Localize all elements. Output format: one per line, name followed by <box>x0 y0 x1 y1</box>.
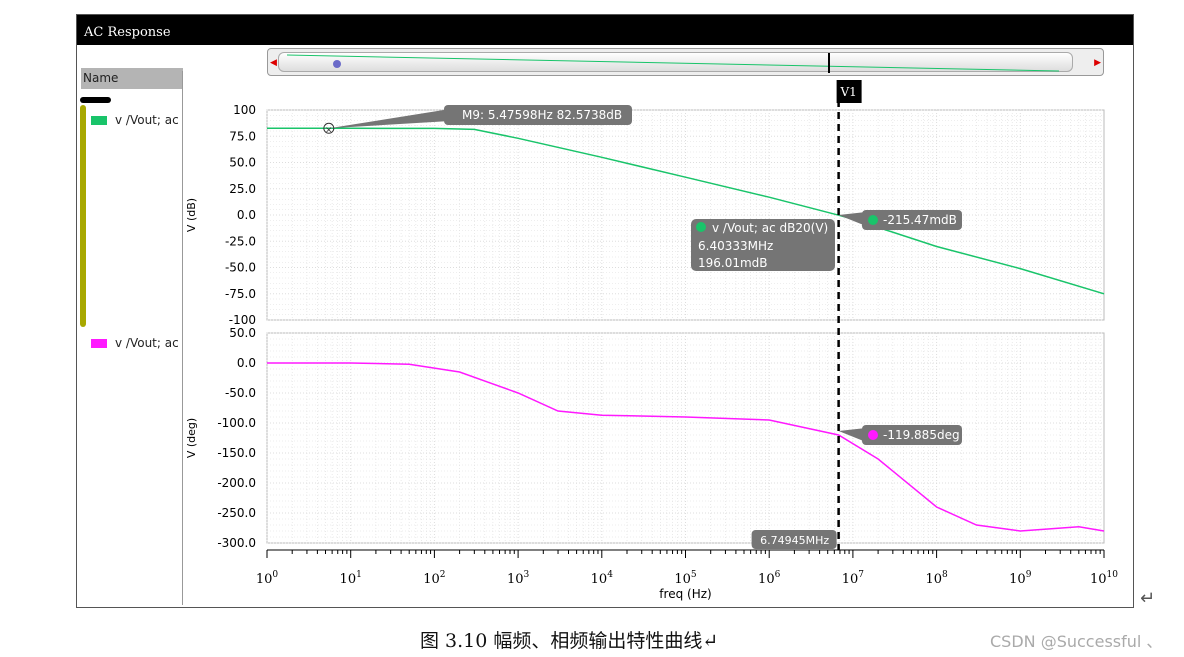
x-tick-label: 108 <box>925 570 948 587</box>
figure-caption: 图 3.10 幅频、相频输出特性曲线↵ <box>420 630 719 652</box>
x-tick-label: 107 <box>842 570 865 587</box>
y-tick-label: -200.0 <box>217 476 256 490</box>
y-tick-label: -250.0 <box>217 506 256 520</box>
crosshair-line2: 6.40333MHz <box>698 239 773 253</box>
y-tick-label: -300.0 <box>217 536 256 550</box>
phase-cursor-dot <box>868 430 878 440</box>
crosshair-dot <box>696 222 706 232</box>
x-tick-label: 1010 <box>1090 570 1118 587</box>
x-tick-label: 102 <box>423 570 445 587</box>
crosshair-line1: v /Vout; ac dB20(V) <box>712 221 828 235</box>
y-axis-label: V (deg) <box>185 418 198 458</box>
phase-cursor-label: -119.885deg <box>883 428 960 442</box>
y-tick-label: -50.0 <box>225 386 256 400</box>
y-tick-label: -100.0 <box>217 416 256 430</box>
crosshair-line3: 196.01mdB <box>698 256 768 270</box>
cursor-v1-label: V1 <box>839 85 856 99</box>
y-tick-label: 0.0 <box>237 208 256 222</box>
y-tick-label: -100 <box>229 313 256 327</box>
x-tick-label: 101 <box>340 570 362 587</box>
mag-cursor-label: -215.47mdB <box>883 213 957 227</box>
marker-m9-label: M9: 5.47598Hz 82.5738dB <box>462 108 622 122</box>
x-tick-label: 100 <box>256 570 279 587</box>
return-mark: ↵ <box>1140 588 1156 609</box>
y-tick-label: -150.0 <box>217 446 256 460</box>
watermark: CSDN @Successful 、 <box>990 632 1163 651</box>
y-tick-label: -25.0 <box>225 234 256 248</box>
cursor-freq-readout: 6.74945MHz <box>760 534 829 547</box>
y-tick-label: 0.0 <box>237 356 256 370</box>
x-tick-label: 103 <box>507 570 530 587</box>
x-tick-label: 106 <box>758 570 781 587</box>
x-axis-label: freq (Hz) <box>659 587 711 601</box>
x-tick-label: 105 <box>674 570 697 587</box>
y-tick-label: 100 <box>233 103 256 117</box>
y-tick-label: 50.0 <box>229 326 256 340</box>
y-tick-label: -50.0 <box>225 261 256 275</box>
y-axis-label: V (dB) <box>185 198 198 232</box>
x-tick-label: 104 <box>591 570 614 587</box>
x-tick-label: 109 <box>1009 570 1032 587</box>
y-tick-label: -75.0 <box>225 287 256 301</box>
plot-area[interactable]: 100 75.0 50.0 25.0 0.0 -25.0 -50.0 -75.0 -100 V (… <box>0 0 1184 620</box>
mag-cursor-dot <box>868 215 878 225</box>
marker-m9-cross: × <box>325 125 333 135</box>
y-tick-label: 75.0 <box>229 129 256 143</box>
y-tick-label: 50.0 <box>229 156 256 170</box>
y-tick-label: 25.0 <box>229 182 256 196</box>
